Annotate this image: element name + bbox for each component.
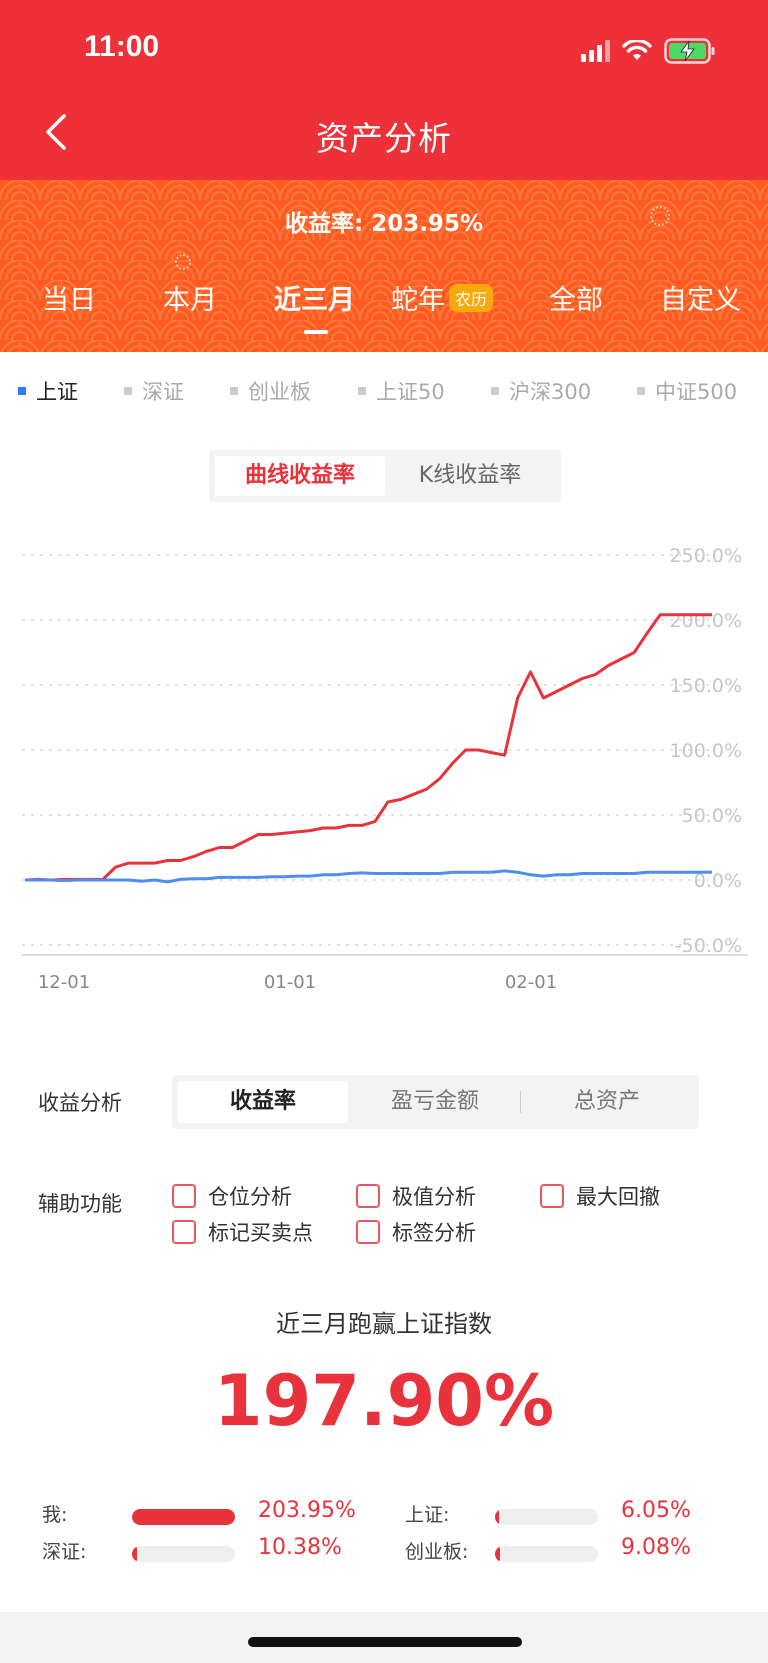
compare-value: 10.38% xyxy=(258,1535,342,1560)
kline-return-button[interactable]: K线收益率 xyxy=(385,456,555,496)
aux-position-analysis[interactable]: 仓位分析 xyxy=(172,1181,292,1211)
index-tab-csi500[interactable]: 中证500 xyxy=(637,376,737,406)
status-time: 11:00 xyxy=(84,30,160,63)
compare-label: 深证: xyxy=(42,1541,87,1563)
compare-label: 我: xyxy=(42,1504,68,1526)
checkbox[interactable] xyxy=(172,1184,196,1208)
tab-all[interactable]: 全部 xyxy=(549,278,603,317)
aux-tag-analysis[interactable]: 标签分析 xyxy=(356,1217,476,1247)
compare-fill xyxy=(495,1546,500,1562)
curve-return-button[interactable]: 曲线收益率 xyxy=(215,456,385,496)
y-tick-label: -50.0% xyxy=(675,935,742,957)
y-tick-label: 250.0% xyxy=(670,545,742,567)
index-tab-shenzhen[interactable]: 深证 xyxy=(124,376,184,406)
index-tabs: 上证 深证 创业板 上证50 沪深300 中证500 xyxy=(0,376,768,406)
tab-custom[interactable]: 自定义 xyxy=(660,278,741,317)
return-rate-summary: 收益率: 203.95% xyxy=(284,211,483,237)
x-tick-label: 02-01 xyxy=(505,972,557,993)
seg-divider xyxy=(520,1091,521,1113)
tab-this-month[interactable]: 本月 xyxy=(163,278,217,317)
checkbox[interactable] xyxy=(356,1184,380,1208)
compare-label: 上证: xyxy=(405,1504,450,1526)
page-title: 资产分析 xyxy=(316,119,452,158)
seg-total-assets[interactable]: 总资产 xyxy=(522,1081,692,1123)
series-line-me xyxy=(24,613,712,882)
return-line-chart: 250.0%200.0%150.0%100.0%50.0%0.0%-50.0%1… xyxy=(22,545,748,993)
seg-profit-amount[interactable]: 盈亏金额 xyxy=(350,1081,520,1123)
x-tick-label: 01-01 xyxy=(264,972,316,993)
active-tab-indicator xyxy=(304,330,328,334)
analysis-segmented-control: 收益率 盈亏金额 总资产 xyxy=(172,1075,699,1129)
y-tick-label: 200.0% xyxy=(670,610,742,632)
analysis-label: 收益分析 xyxy=(38,1091,122,1115)
compare-bar xyxy=(495,1509,598,1525)
app-header: 11:00 资产分析 xyxy=(0,0,768,180)
home-indicator xyxy=(248,1637,522,1647)
compare-bar xyxy=(132,1509,235,1525)
checkbox[interactable] xyxy=(356,1220,380,1244)
wifi-icon xyxy=(622,40,652,62)
checkbox[interactable] xyxy=(540,1184,564,1208)
compare-fill xyxy=(132,1509,235,1525)
status-icons xyxy=(581,38,716,64)
y-tick-label: 100.0% xyxy=(670,740,742,762)
lunar-badge: 农历 xyxy=(449,284,494,312)
period-tabs: 当日 本月 近三月 蛇年 农历 全部 自定义 xyxy=(0,278,768,318)
index-tab-csi300[interactable]: 沪深300 xyxy=(491,376,591,406)
compare-label: 创业板: xyxy=(405,1541,469,1563)
y-tick-label: 150.0% xyxy=(670,675,742,697)
aux-extreme-analysis[interactable]: 极值分析 xyxy=(356,1181,476,1211)
index-tab-chinext[interactable]: 创业板 xyxy=(230,376,311,406)
beat-index-value: 197.90% xyxy=(213,1360,555,1442)
compare-value: 9.08% xyxy=(621,1535,691,1560)
compare-bar xyxy=(495,1546,598,1562)
checkbox[interactable] xyxy=(172,1220,196,1244)
decor-circle xyxy=(175,254,191,270)
index-tab-sse50[interactable]: 上证50 xyxy=(358,376,445,406)
y-tick-label: 50.0% xyxy=(682,805,742,827)
chart-type-toggle: 曲线收益率 K线收益率 xyxy=(209,450,561,502)
return-analysis-row: 收益分析 收益率 盈亏金额 总资产 xyxy=(0,1075,768,1129)
aux-mark-trades[interactable]: 标记买卖点 xyxy=(172,1217,313,1247)
tab-snake-year[interactable]: 蛇年 农历 xyxy=(391,278,494,317)
x-tick-label: 12-01 xyxy=(38,972,90,993)
aux-max-drawdown[interactable]: 最大回撤 xyxy=(540,1181,660,1211)
aux-label: 辅助功能 xyxy=(38,1192,122,1216)
signal-icon xyxy=(581,40,610,62)
compare-bar xyxy=(132,1546,235,1562)
beat-index-title: 近三月跑赢上证指数 xyxy=(276,1310,492,1338)
tab-last-three-months[interactable]: 近三月 xyxy=(274,278,355,317)
compare-value: 6.05% xyxy=(621,1498,691,1523)
index-tab-shanghai[interactable]: 上证 xyxy=(18,376,78,406)
tab-today[interactable]: 当日 xyxy=(42,278,96,317)
compare-value: 203.95% xyxy=(258,1498,356,1523)
seg-return-rate[interactable]: 收益率 xyxy=(178,1081,348,1123)
compare-fill xyxy=(132,1546,138,1562)
compare-fill xyxy=(495,1509,499,1525)
battery-charging-icon xyxy=(664,38,716,64)
